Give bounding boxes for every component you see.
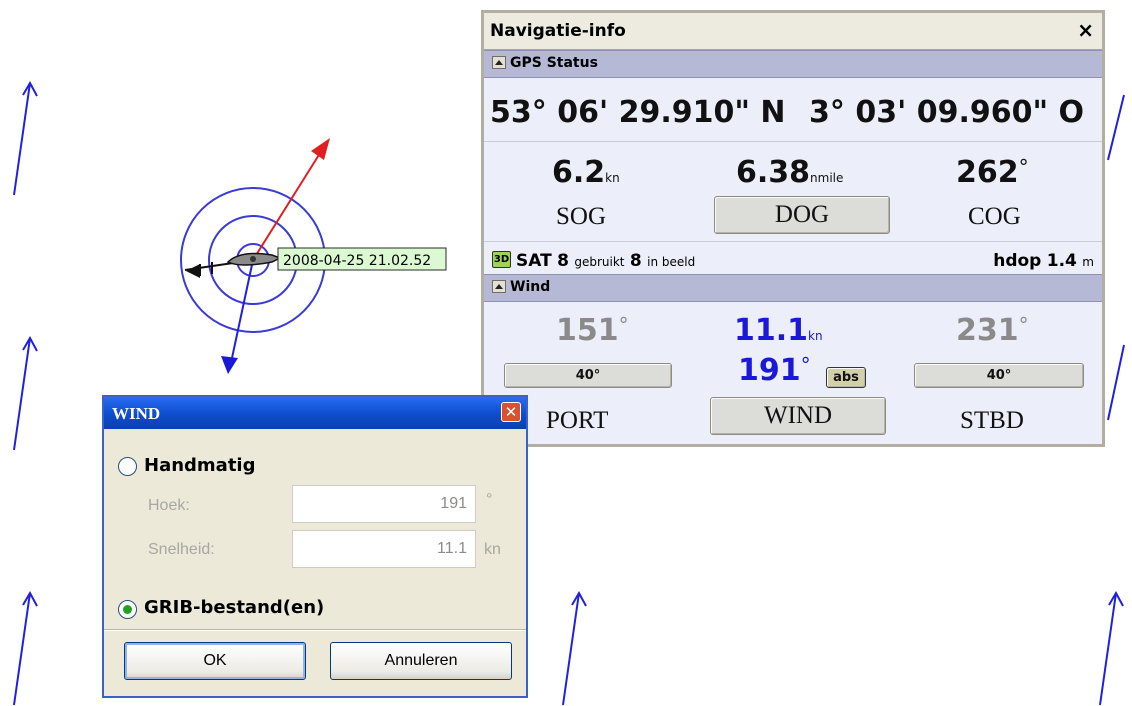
angle-input[interactable]: 191: [292, 485, 476, 523]
abs-mode-badge[interactable]: abs: [826, 367, 866, 388]
wind-arrow: [13, 80, 38, 196]
wind-arrow: [13, 335, 38, 451]
speed-input[interactable]: 11.1: [292, 530, 476, 568]
dog-button[interactable]: DOG: [714, 196, 890, 234]
angle-label: Hoek:: [148, 497, 190, 514]
latitude-value: 53° 06' 29.910" N: [490, 95, 786, 130]
wind-section-label: Wind: [510, 279, 551, 295]
port-angle-value: 151°: [556, 313, 629, 348]
stbd-angle-value: 231°: [956, 313, 1029, 348]
wind-arrow: [1099, 590, 1124, 706]
satellite-status-row: 3D SAT 8 gebruikt 8 in beeld hdop 1.4 m: [484, 248, 1102, 274]
panel-title: Navigatie-info: [490, 21, 626, 41]
grib-label[interactable]: GRIB-bestand(en): [144, 597, 324, 618]
gps-status-label: GPS Status: [510, 55, 598, 71]
divider: [484, 241, 1102, 242]
position-readout: 53° 06' 29.910" N 3° 03' 09.960" O: [484, 85, 1102, 141]
timestamp-label: 2008-04-25 21.02.52: [283, 253, 431, 269]
wind-arrow: [1107, 344, 1125, 421]
close-icon[interactable]: ✕: [501, 402, 521, 422]
port-offset-button[interactable]: 40°: [504, 363, 672, 388]
close-icon[interactable]: ×: [1077, 18, 1094, 42]
manual-label[interactable]: Handmatig: [144, 455, 255, 476]
stbd-offset-button[interactable]: 40°: [914, 363, 1084, 388]
collapse-icon[interactable]: [492, 56, 506, 69]
dialog-titlebar[interactable]: WIND ✕: [104, 397, 526, 429]
dog-value: 6.38nmile: [736, 155, 844, 190]
panel-titlebar[interactable]: Navigatie-info ×: [484, 13, 1102, 50]
speed-label: Snelheid:: [148, 541, 215, 558]
wind-section-header[interactable]: Wind: [484, 274, 1102, 302]
wind-speed-value: 11.1kn: [734, 313, 823, 348]
wind-arrow: [562, 590, 587, 706]
wind-button[interactable]: WIND: [710, 397, 886, 435]
dialog-title: WIND: [112, 404, 161, 423]
grib-radio[interactable]: [118, 600, 137, 619]
sog-value: 6.2kn: [552, 155, 620, 190]
wind-vector: [221, 259, 254, 374]
fix-3d-badge: 3D: [492, 251, 511, 268]
sog-label: SOG: [556, 203, 607, 230]
speed-unit: kn: [484, 541, 501, 558]
cancel-button[interactable]: Annuleren: [330, 642, 512, 680]
track-arrow-icon: [186, 264, 200, 278]
navigation-info-panel: Navigatie-info × GPS Status 53° 06' 29.9…: [481, 10, 1105, 447]
ok-button[interactable]: OK: [124, 642, 306, 680]
boat-icon[interactable]: [226, 252, 282, 266]
gps-status-header[interactable]: GPS Status: [484, 50, 1102, 78]
cog-label: COG: [968, 203, 1021, 230]
stbd-label: STBD: [960, 407, 1024, 434]
longitude-value: 3° 03' 09.960" O: [809, 95, 1085, 130]
collapse-icon[interactable]: [492, 280, 506, 293]
satellite-summary: SAT 8 gebruikt 8 in beeld: [516, 251, 696, 271]
manual-radio[interactable]: [118, 457, 137, 476]
wind-angle-value: 191°: [738, 353, 811, 388]
port-label: PORT: [546, 407, 609, 434]
wind-arrow: [1107, 94, 1125, 161]
hdop-readout: hdop 1.4 m: [993, 251, 1094, 271]
wind-arrow: [13, 590, 38, 706]
divider: [104, 629, 526, 630]
cog-value: 262°: [956, 155, 1029, 190]
angle-unit: °: [486, 491, 493, 508]
divider: [484, 141, 1102, 142]
heading-vector: [252, 138, 330, 261]
wind-dialog: WIND ✕ Handmatig Hoek: 191 ° Snelheid: 1…: [102, 395, 528, 698]
